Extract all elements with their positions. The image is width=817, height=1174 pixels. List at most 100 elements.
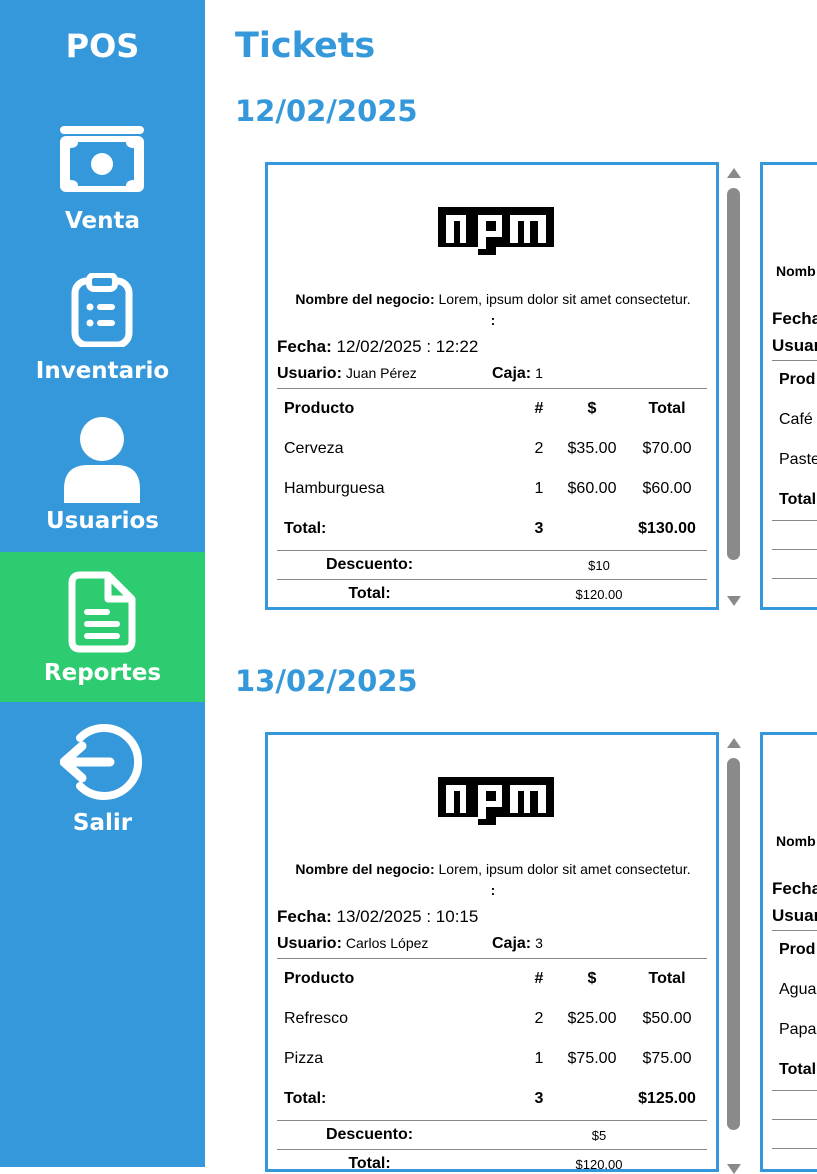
peek-product-header: Prod (779, 371, 816, 388)
caja-value: 3 (535, 935, 543, 951)
sidebar-item-label: Inventario (35, 358, 170, 384)
discount-value: $10 (588, 558, 610, 573)
peek-fecha-label: Fecha (772, 309, 817, 328)
separator-colon: : (490, 312, 496, 328)
divider (772, 1090, 817, 1091)
table-header-row: Producto # $ Total (277, 390, 707, 430)
peek-business-label: Nomb (776, 263, 816, 279)
divider (277, 608, 707, 609)
totals-row: Total: 3 $125.00 (277, 1080, 707, 1120)
file-text-icon (52, 571, 152, 653)
ticket-register-line: Caja: 1 (492, 365, 543, 383)
business-name-line: Nombre del negocio: Lorem, ipsum dolor s… (277, 861, 709, 877)
money-bill-icon (52, 120, 152, 200)
peek-item: Paste (779, 451, 817, 468)
sidebar-item-label: Reportes (43, 660, 162, 686)
discount-row: Descuento: $5 (277, 1120, 707, 1149)
peek-product-header: Prod (779, 941, 816, 958)
npm-logo (438, 207, 554, 255)
col-price: $ (587, 400, 597, 417)
business-name-value: Lorem, ipsum dolor sit amet consectetur. (438, 861, 691, 877)
ticket-register-line: Caja: 3 (492, 935, 543, 953)
divider (772, 578, 817, 579)
totals-label: Total: (284, 1090, 327, 1107)
ticket-scrollbar[interactable] (722, 732, 744, 1174)
sidebar-item-venta[interactable]: Venta (0, 100, 205, 250)
item-product: Refresco (284, 1010, 349, 1027)
item-total: $75.00 (642, 1050, 692, 1067)
ticket-user-line: Usuario: Carlos López (277, 935, 428, 953)
clipboard-list-icon (52, 270, 152, 350)
divider (772, 930, 817, 931)
item-price: $60.00 (567, 480, 617, 497)
peek-total-label: Total (779, 1061, 817, 1078)
col-producto: Producto (284, 970, 355, 987)
item-total: $70.00 (642, 440, 692, 457)
business-name-line: Nombre del negocio: Lorem, ipsum dolor s… (277, 291, 709, 307)
ticket-card-next: Nomb Fecha Usuar Prod Agua Papas Total (760, 732, 817, 1172)
scroll-down-arrow-icon[interactable] (727, 1164, 741, 1174)
col-qty: # (534, 400, 544, 417)
usuario-label: Usuario: (277, 365, 342, 382)
table-row: Refresco 2 $25.00 $50.00 (277, 1000, 707, 1040)
scroll-thumb[interactable] (727, 758, 740, 1130)
table-row: Pizza 1 $75.00 $75.00 (277, 1040, 707, 1080)
col-price: $ (587, 970, 597, 987)
sidebar-item-salir[interactable]: Salir (0, 702, 205, 852)
discount-row: Descuento: $10 (277, 550, 707, 579)
final-total-row: Total: $120.00 (277, 1149, 707, 1172)
sidebar-item-reportes[interactable]: Reportes (0, 552, 205, 702)
table-row: Cerveza 2 $35.00 $70.00 (277, 430, 707, 470)
peek-business-label: Nomb (776, 833, 816, 849)
sidebar-item-label: Venta (64, 208, 141, 234)
usuario-value: Juan Pérez (345, 365, 417, 381)
totals-amount: $125.00 (638, 1090, 696, 1107)
ticket-date-line: Fecha: 13/02/2025 : 10:15 (277, 907, 478, 927)
discount-label: Descuento: (325, 556, 414, 573)
ticket-date-line: Fecha: 12/02/2025 : 12:22 (277, 337, 478, 357)
fecha-value: 12/02/2025 : 12:22 (336, 337, 479, 356)
peek-item: Papas (779, 1021, 817, 1038)
sidebar-item-usuarios[interactable]: Usuarios (0, 400, 205, 550)
peek-item: Agua (779, 981, 817, 998)
logout-icon (52, 722, 152, 802)
col-total: Total (648, 970, 686, 987)
discount-value: $5 (591, 1128, 607, 1143)
col-total: Total (648, 400, 686, 417)
sidebar: POS Venta Inventario Usuarios Reportes S… (0, 0, 205, 1167)
scroll-thumb[interactable] (727, 188, 740, 560)
item-total: $50.00 (642, 1010, 692, 1027)
divider (772, 360, 817, 361)
peek-total-label: Total (779, 491, 817, 508)
fecha-label: Fecha: (277, 337, 332, 356)
business-name-label: Nombre del negocio: (295, 861, 435, 877)
item-product: Hamburguesa (284, 480, 385, 497)
item-qty: 2 (534, 440, 544, 457)
user-icon (52, 417, 152, 503)
final-total-row: Total: $120.00 (277, 579, 707, 607)
divider (772, 549, 817, 550)
col-producto: Producto (284, 400, 355, 417)
caja-label: Caja: (492, 365, 532, 382)
final-total-value: $120.00 (575, 1157, 623, 1172)
scroll-up-arrow-icon[interactable] (727, 168, 741, 178)
date-heading: 13/02/2025 (235, 664, 418, 698)
ticket-user-line: Usuario: Juan Pérez (277, 365, 417, 383)
totals-row: Total: 3 $130.00 (277, 510, 707, 550)
scroll-down-arrow-icon[interactable] (727, 596, 741, 606)
peek-usuario-label: Usuar (772, 906, 817, 925)
ticket-card: Nombre del negocio: Lorem, ipsum dolor s… (265, 732, 719, 1172)
ticket-scrollbar[interactable] (722, 162, 744, 610)
separator-colon: : (490, 882, 496, 898)
final-total-value: $120.00 (575, 587, 623, 602)
table-row: Hamburguesa 1 $60.00 $60.00 (277, 470, 707, 510)
totals-amount: $130.00 (638, 520, 696, 537)
brand-title: POS (65, 27, 140, 65)
scroll-up-arrow-icon[interactable] (727, 738, 741, 748)
caja-label: Caja: (492, 935, 532, 952)
usuario-value: Carlos López (345, 935, 429, 951)
sidebar-item-inventario[interactable]: Inventario (0, 250, 205, 400)
item-price: $75.00 (567, 1050, 617, 1067)
date-heading: 12/02/2025 (235, 94, 418, 128)
divider (277, 958, 707, 959)
